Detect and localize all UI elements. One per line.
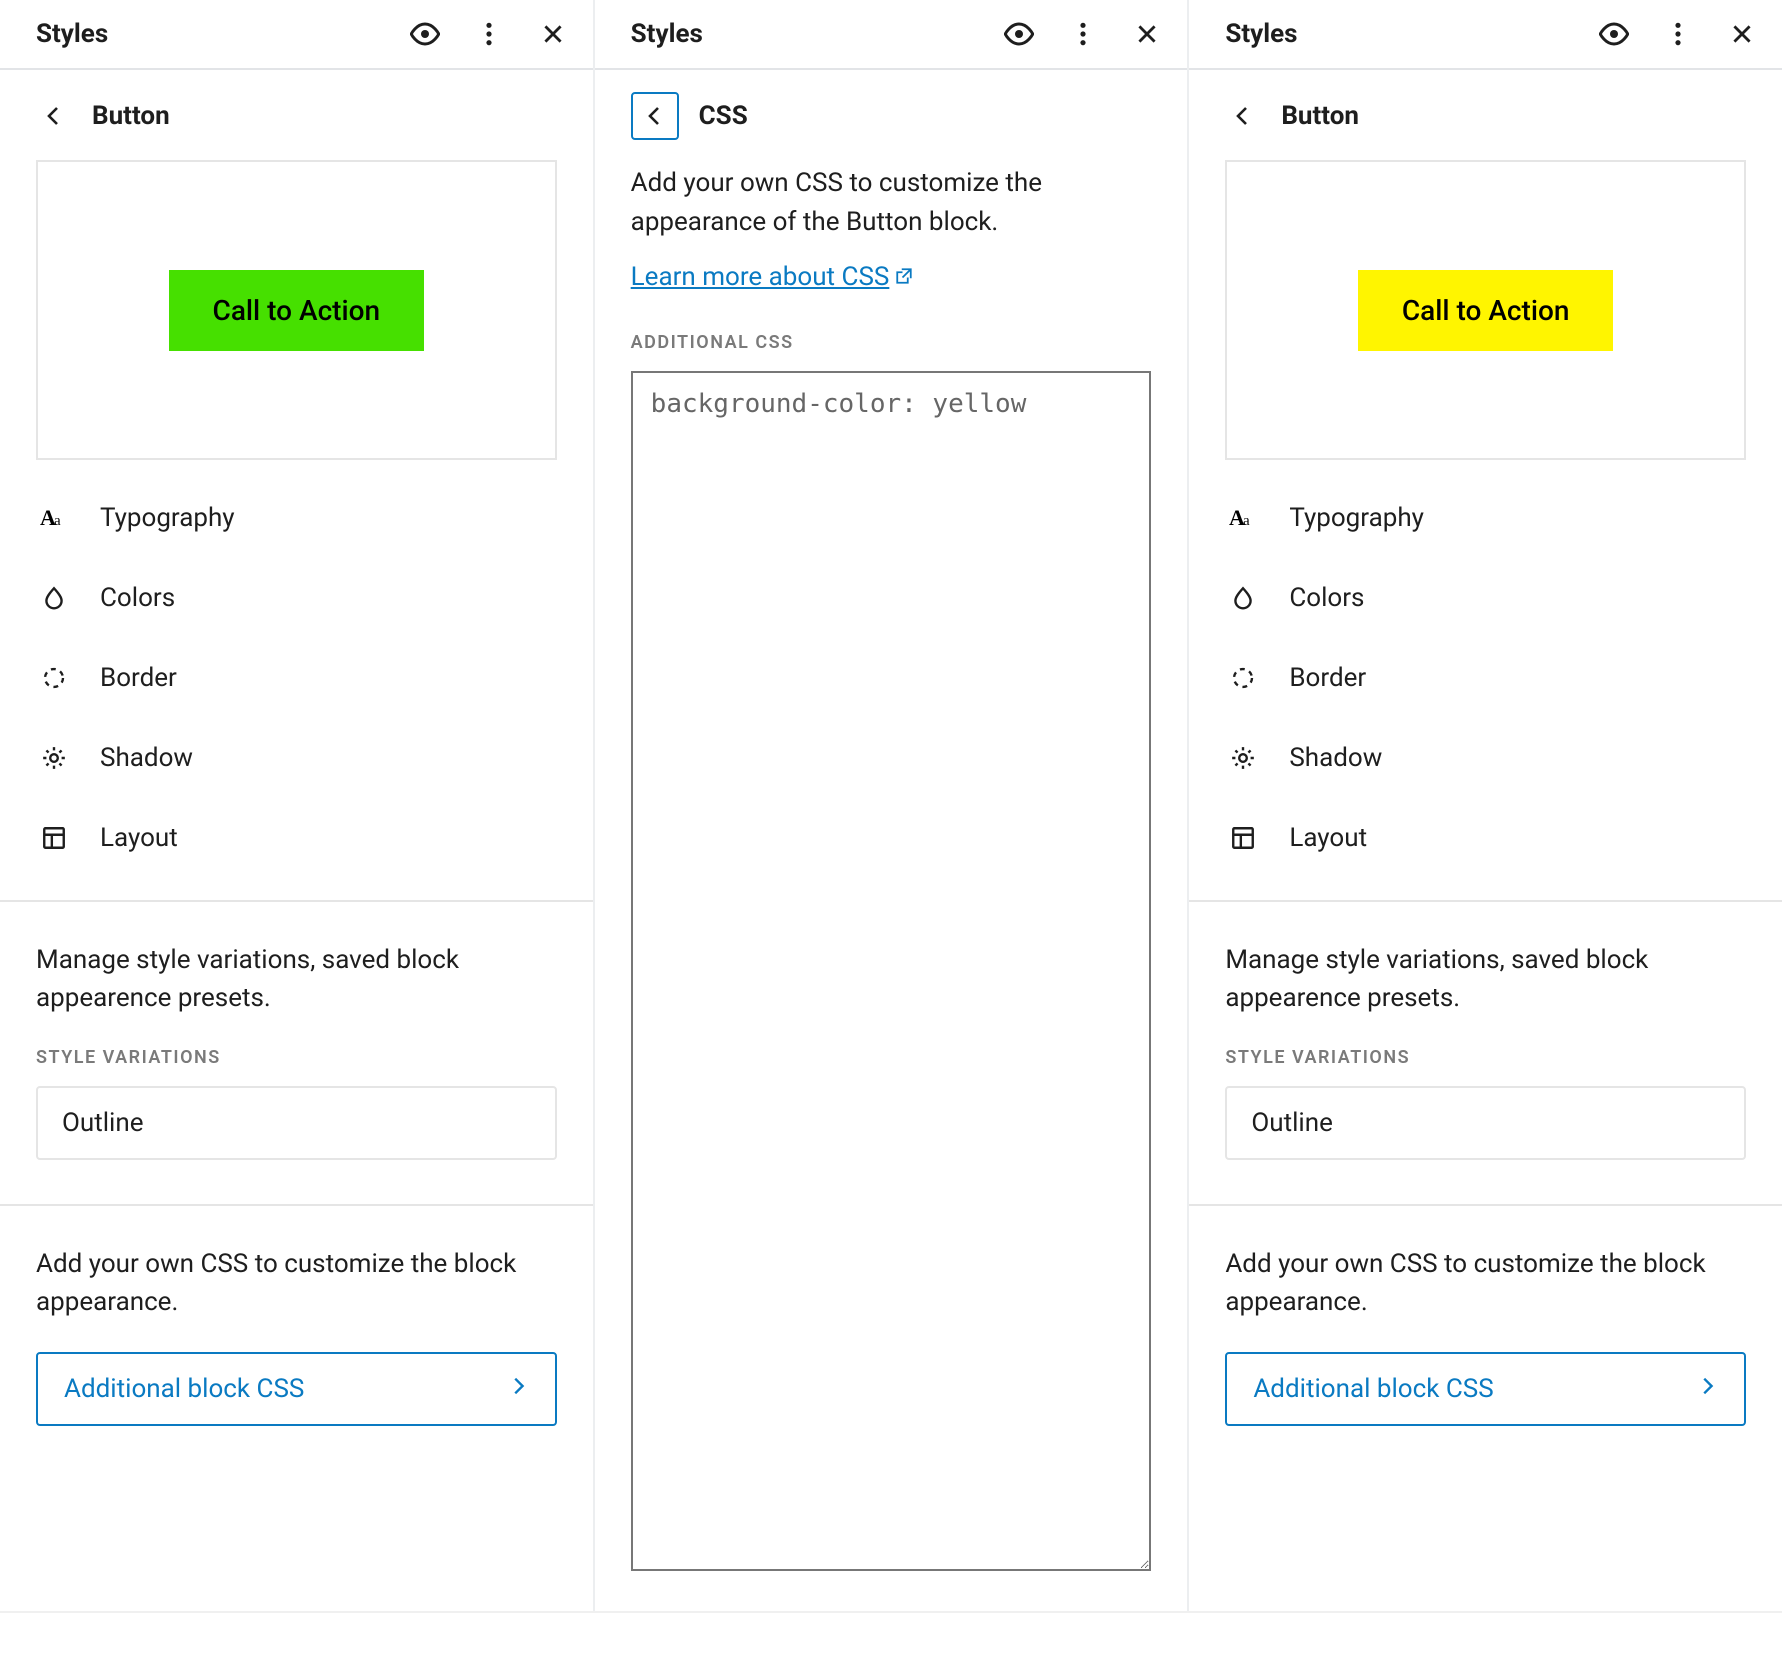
settings-typography[interactable]: Typography <box>1225 500 1746 536</box>
drop-icon <box>1225 580 1261 616</box>
variations-heading: STYLE VARIATIONS <box>1225 1047 1746 1068</box>
panel-title: Styles <box>631 19 703 49</box>
breadcrumb: CSS <box>595 70 1188 140</box>
settings-layout[interactable]: Layout <box>1225 820 1746 856</box>
cta-button: Call to Action <box>1358 270 1614 351</box>
setting-label: Shadow <box>100 743 193 773</box>
panel-header: Styles <box>1189 0 1782 70</box>
setting-label: Border <box>1289 663 1366 693</box>
variations-section: Manage style variations, saved block app… <box>1189 900 1782 1160</box>
breadcrumb-label: Button <box>92 101 170 131</box>
panel-left: Styles Button Call to Action Typography … <box>0 0 595 1611</box>
eye-icon[interactable] <box>409 18 441 50</box>
variations-heading: STYLE VARIATIONS <box>36 1047 557 1068</box>
sun-icon <box>1225 740 1261 776</box>
close-icon[interactable] <box>1726 18 1758 50</box>
variations-desc: Manage style variations, saved block app… <box>1225 942 1746 1017</box>
settings-list: Typography Colors Border Shadow Layout <box>36 500 557 856</box>
learn-more-link[interactable]: Learn more about CSS <box>631 262 914 292</box>
more-icon[interactable] <box>1662 18 1694 50</box>
header-actions <box>1598 18 1758 50</box>
border-icon <box>1225 660 1261 696</box>
panel-middle: Styles CSS Add your own CSS to customize… <box>595 0 1190 1611</box>
settings-colors[interactable]: Colors <box>1225 580 1746 616</box>
back-button[interactable] <box>36 98 72 134</box>
border-icon <box>36 660 72 696</box>
setting-label: Typography <box>100 503 235 533</box>
sun-icon <box>36 740 72 776</box>
settings-shadow[interactable]: Shadow <box>1225 740 1746 776</box>
chevron-right-icon <box>507 1374 529 1404</box>
breadcrumb-label: CSS <box>699 101 748 131</box>
variations-desc: Manage style variations, saved block app… <box>36 942 557 1017</box>
panel-header: Styles <box>0 0 593 70</box>
breadcrumb: Button <box>0 70 593 134</box>
external-link-icon <box>895 262 913 292</box>
css-section: Add your own CSS to customize the block … <box>1189 1204 1782 1425</box>
layout-icon <box>36 820 72 856</box>
settings-colors[interactable]: Colors <box>36 580 557 616</box>
more-icon[interactable] <box>473 18 505 50</box>
setting-label: Layout <box>1289 823 1367 853</box>
setting-label: Colors <box>100 583 175 613</box>
header-actions <box>409 18 569 50</box>
panel-right: Styles Button Call to Action Typography … <box>1189 0 1782 1611</box>
eye-icon[interactable] <box>1598 18 1630 50</box>
more-icon[interactable] <box>1067 18 1099 50</box>
typography-icon <box>36 500 72 536</box>
css-editor-body: Add your own CSS to customize the appear… <box>595 140 1188 1611</box>
breadcrumb-label: Button <box>1281 101 1359 131</box>
layout-icon <box>1225 820 1261 856</box>
settings-layout[interactable]: Layout <box>36 820 557 856</box>
css-editor[interactable] <box>631 371 1152 1571</box>
setting-label: Layout <box>100 823 178 853</box>
settings-typography[interactable]: Typography <box>36 500 557 536</box>
drop-icon <box>36 580 72 616</box>
settings-border[interactable]: Border <box>1225 660 1746 696</box>
additional-css-label: Additional block CSS <box>64 1374 304 1404</box>
setting-label: Shadow <box>1289 743 1382 773</box>
learn-more-label: Learn more about CSS <box>631 262 890 292</box>
panel-title: Styles <box>1225 19 1297 49</box>
header-actions <box>1003 18 1163 50</box>
panel-title: Styles <box>36 19 108 49</box>
chevron-right-icon <box>1696 1374 1718 1404</box>
settings-list: Typography Colors Border Shadow Layout <box>1225 500 1746 856</box>
additional-css-heading: ADDITIONAL CSS <box>631 332 1152 353</box>
setting-label: Typography <box>1289 503 1424 533</box>
settings-border[interactable]: Border <box>36 660 557 696</box>
button-preview: Call to Action <box>1225 160 1746 460</box>
additional-css-label: Additional block CSS <box>1253 1374 1493 1404</box>
css-desc: Add your own CSS to customize the block … <box>1225 1246 1746 1321</box>
additional-css-button[interactable]: Additional block CSS <box>36 1352 557 1426</box>
settings-shadow[interactable]: Shadow <box>36 740 557 776</box>
setting-label: Border <box>100 663 177 693</box>
back-button[interactable] <box>631 92 679 140</box>
panel-header: Styles <box>595 0 1188 70</box>
variation-outline[interactable]: Outline <box>1225 1086 1746 1160</box>
button-preview: Call to Action <box>36 160 557 460</box>
css-section: Add your own CSS to customize the block … <box>0 1204 593 1425</box>
variations-section: Manage style variations, saved block app… <box>0 900 593 1160</box>
setting-label: Colors <box>1289 583 1364 613</box>
variation-outline[interactable]: Outline <box>36 1086 557 1160</box>
eye-icon[interactable] <box>1003 18 1035 50</box>
close-icon[interactable] <box>537 18 569 50</box>
css-description: Add your own CSS to customize the appear… <box>631 164 1152 242</box>
close-icon[interactable] <box>1131 18 1163 50</box>
cta-button: Call to Action <box>169 270 425 351</box>
typography-icon <box>1225 500 1261 536</box>
additional-css-button[interactable]: Additional block CSS <box>1225 1352 1746 1426</box>
breadcrumb: Button <box>1189 70 1782 134</box>
back-button[interactable] <box>1225 98 1261 134</box>
css-desc: Add your own CSS to customize the block … <box>36 1246 557 1321</box>
